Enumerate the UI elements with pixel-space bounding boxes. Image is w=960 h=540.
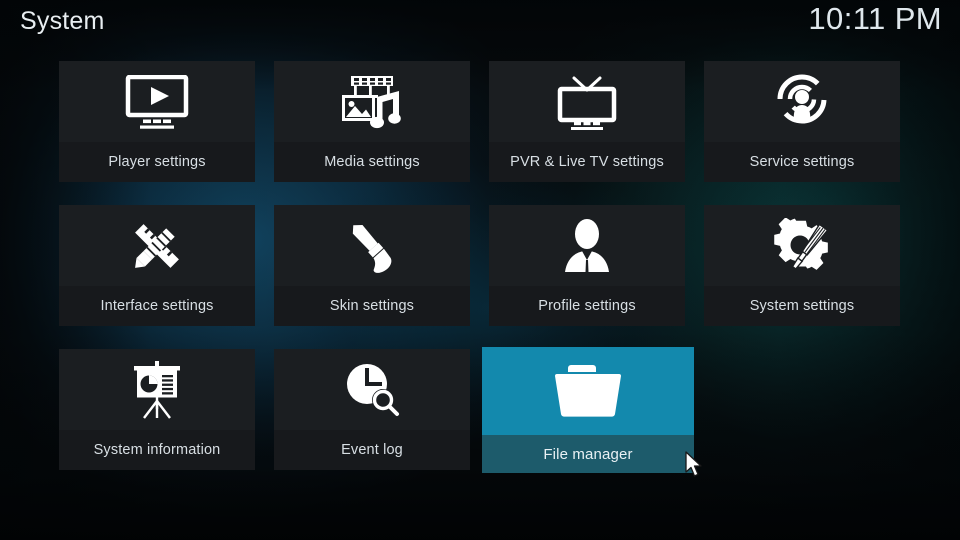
tile-icon-container: [489, 61, 685, 142]
person-bust-icon: [558, 218, 616, 273]
folder-icon: [551, 363, 625, 419]
tile-label-container: Service settings: [704, 142, 900, 182]
tile-label: Player settings: [108, 154, 206, 170]
tile-label: Media settings: [324, 154, 420, 170]
tile-label-container: Interface settings: [59, 286, 255, 326]
tile-icon-container: [59, 61, 255, 142]
person-broadcast-icon: [773, 74, 831, 130]
tile-file-manager[interactable]: File manager: [482, 347, 694, 473]
tile-label: PVR & Live TV settings: [510, 154, 664, 170]
tile-label: System information: [93, 442, 221, 458]
tile-player-settings[interactable]: Player settings: [59, 61, 255, 182]
tile-label-container: Media settings: [274, 142, 470, 182]
tile-label-container: Profile settings: [489, 286, 685, 326]
tile-label: Skin settings: [329, 298, 415, 314]
tile-label-container: Event log: [274, 430, 470, 470]
tile-label-container: Skin settings: [274, 286, 470, 326]
tile-profile-settings[interactable]: Profile settings: [489, 205, 685, 326]
presentation-chart-icon: [130, 360, 184, 419]
tile-label-container: System settings: [704, 286, 900, 326]
tile-label: Service settings: [749, 154, 855, 170]
tile-label: File manager: [543, 445, 633, 463]
paintbrush-icon: [342, 218, 402, 274]
tile-icon-container: [59, 205, 255, 286]
tv-antenna-icon: [554, 74, 620, 130]
tile-icon-container: [59, 349, 255, 430]
tile-label-container: System information: [59, 430, 255, 470]
tile-label-container: File manager: [482, 435, 694, 473]
tile-pvr-live-tv-settings[interactable]: PVR & Live TV settings: [489, 61, 685, 182]
tile-system-settings[interactable]: System settings: [704, 205, 900, 326]
tile-label: Interface settings: [100, 298, 214, 314]
tile-label: System settings: [749, 298, 855, 314]
tile-icon-container: [274, 349, 470, 430]
tile-label-container: Player settings: [59, 142, 255, 182]
tile-icon-container: [274, 205, 470, 286]
tile-icon-container: [274, 61, 470, 142]
kodi-system-settings-screen: System 10:11 PM Player settings Media se…: [0, 0, 960, 540]
film-photo-music-icon: [339, 74, 405, 130]
gear-screwdriver-icon: [773, 217, 831, 274]
tile-media-settings[interactable]: Media settings: [274, 61, 470, 182]
monitor-play-icon: [124, 74, 190, 129]
tile-system-information[interactable]: System information: [59, 349, 255, 470]
tile-icon-container: [489, 205, 685, 286]
tile-skin-settings[interactable]: Skin settings: [274, 205, 470, 326]
settings-tile-grid: Player settings Media settings PVR & Liv…: [0, 0, 960, 540]
tile-label-container: PVR & Live TV settings: [489, 142, 685, 182]
tile-label: Profile settings: [538, 298, 636, 314]
tile-icon-container: [704, 61, 900, 142]
tile-event-log[interactable]: Event log: [274, 349, 470, 470]
clock-magnifier-icon: [343, 362, 401, 418]
pencil-ruler-icon: [128, 218, 186, 274]
tile-icon-container: [704, 205, 900, 286]
tile-label: Event log: [341, 442, 403, 458]
tile-interface-settings[interactable]: Interface settings: [59, 205, 255, 326]
tile-service-settings[interactable]: Service settings: [704, 61, 900, 182]
tile-icon-container: [482, 347, 694, 435]
